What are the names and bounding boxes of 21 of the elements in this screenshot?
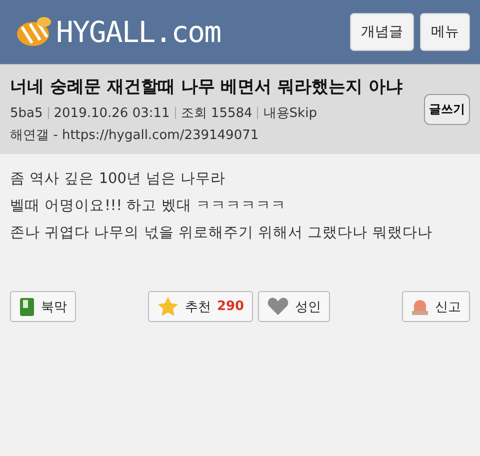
heart-icon bbox=[267, 297, 290, 316]
bookmark-button[interactable]: 북막 bbox=[10, 291, 76, 322]
report-button[interactable]: 신고 bbox=[402, 291, 470, 322]
bee-icon bbox=[14, 15, 52, 49]
post-meta: 조회 15584 bbox=[180, 105, 252, 122]
header-button[interactable]: 개념글 bbox=[350, 13, 414, 51]
site-logo[interactable]: HYGALL.com bbox=[56, 15, 221, 49]
siren-icon bbox=[411, 298, 430, 316]
body-line: 존나 귀엽다 나무의 넋을 위로해주기 위해서 그랬다나 뭐랬다나 bbox=[10, 224, 434, 243]
post-meta: 2019.10.26 03:11 bbox=[54, 106, 170, 120]
recommend-button[interactable]: 추천 290 bbox=[148, 291, 254, 322]
book-icon bbox=[19, 296, 35, 316]
body-line: 벨때 어명이요!!! 하고 벴대 ㅋㅋㅋㅋㅋㅋ bbox=[10, 197, 287, 216]
post-title: 너네 숭례문 재건할때 나무 베면서 뭐라했는지 아냐 bbox=[10, 76, 404, 98]
adult-button[interactable]: 성인 bbox=[258, 291, 330, 322]
post-meta: 내용Skip bbox=[263, 105, 317, 122]
header-button[interactable]: 메뉴 bbox=[420, 13, 470, 51]
body-line: 좀 역사 깊은 100년 넘은 나무라 bbox=[10, 170, 227, 189]
write-button[interactable]: 글쓰기 bbox=[424, 94, 470, 125]
star-icon bbox=[156, 296, 179, 318]
post-meta: 5ba5 bbox=[10, 106, 43, 120]
